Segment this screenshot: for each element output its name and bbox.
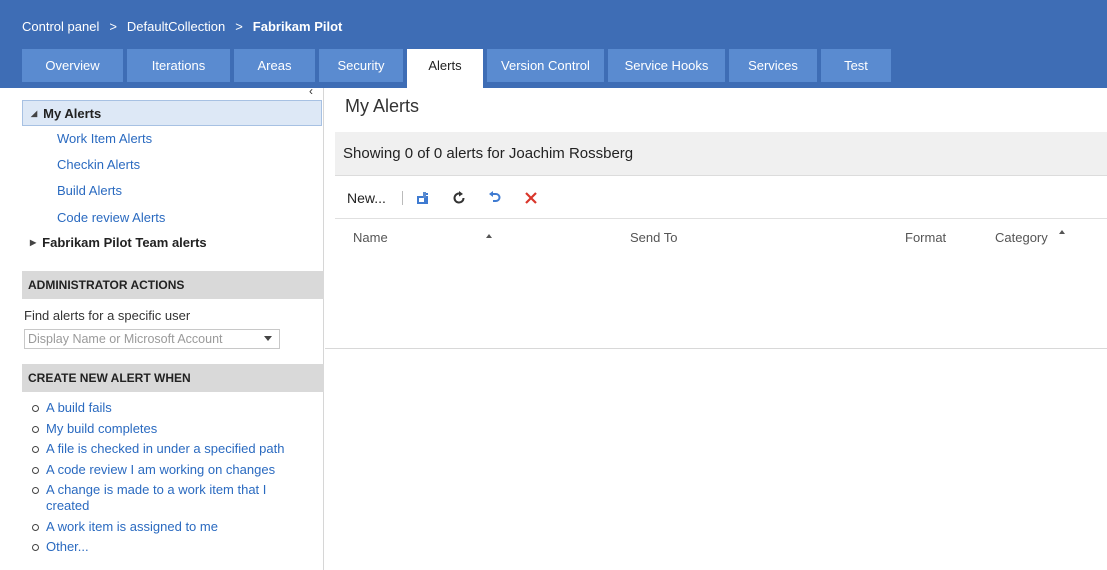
new-alert-button[interactable]: New...	[335, 190, 396, 206]
left-panel: ‹ ◢ My Alerts Work Item Alerts Checkin A…	[22, 84, 324, 570]
column-header-name[interactable]: Name	[353, 230, 388, 245]
expanded-triangle-icon[interactable]: ◢	[31, 109, 37, 118]
column-header-category[interactable]: Category	[995, 230, 1048, 245]
create-alert-code-review-changes[interactable]: A code review I am working on changes	[30, 462, 310, 478]
create-alert-list: A build fails My build completes A file …	[30, 400, 310, 560]
sort-ascending-icon[interactable]	[1059, 230, 1065, 234]
tab-areas[interactable]: Areas	[234, 49, 315, 82]
breadcrumb-separator: >	[235, 18, 243, 34]
create-alert-work-item-assigned[interactable]: A work item is assigned to me	[30, 519, 310, 535]
tab-overview[interactable]: Overview	[22, 49, 123, 82]
user-search-placeholder: Display Name or Microsoft Account	[28, 332, 223, 346]
alerts-grid-header: Name Send To Format Category	[335, 224, 1107, 250]
create-alert-other[interactable]: Other...	[30, 539, 310, 555]
tree-item-work-item-alerts[interactable]: Work Item Alerts	[57, 131, 152, 146]
tree-item-team-alerts[interactable]: ▶ Fabrikam Pilot Team alerts	[30, 235, 207, 250]
page-title: My Alerts	[345, 96, 420, 116]
tree-item-checkin-alerts[interactable]: Checkin Alerts	[57, 157, 140, 172]
tree-item-code-review-alerts[interactable]: Code review Alerts	[57, 210, 165, 225]
chevron-down-icon[interactable]	[264, 336, 272, 341]
create-alert-build-fails[interactable]: A build fails	[30, 400, 310, 416]
collapse-panel-icon[interactable]: ‹	[309, 84, 313, 98]
delete-icon[interactable]	[517, 187, 545, 209]
collapsed-triangle-icon[interactable]: ▶	[30, 238, 36, 247]
save-icon[interactable]	[409, 187, 437, 209]
tab-service-hooks[interactable]: Service Hooks	[608, 49, 725, 82]
tab-alerts[interactable]: Alerts	[407, 49, 483, 88]
undo-icon[interactable]	[481, 187, 509, 209]
toolbar-divider-line	[335, 218, 1107, 219]
breadcrumb-control-panel[interactable]: Control panel	[22, 19, 99, 34]
column-header-format[interactable]: Format	[905, 230, 946, 245]
main-content: My Alerts Showing 0 of 0 alerts for Joac…	[325, 88, 1107, 570]
sort-ascending-icon[interactable]	[486, 234, 492, 238]
breadcrumb-separator: >	[109, 18, 117, 34]
column-header-send-to[interactable]: Send To	[630, 230, 677, 245]
create-alert-build-completes[interactable]: My build completes	[30, 421, 310, 437]
toolbar-divider	[401, 191, 403, 205]
create-alert-work-item-change[interactable]: A change is made to a work item that I c…	[30, 482, 310, 514]
alerts-summary-text: Showing 0 of 0 alerts for Joachim Rossbe…	[343, 145, 634, 162]
my-alerts-label: My Alerts	[43, 105, 102, 121]
alerts-summary-bar: Showing 0 of 0 alerts for Joachim Rossbe…	[335, 132, 1107, 176]
find-user-label: Find alerts for a specific user	[24, 308, 191, 323]
user-search-dropdown[interactable]: Display Name or Microsoft Account	[24, 329, 280, 349]
admin-actions-header: ADMINISTRATOR ACTIONS	[22, 271, 324, 299]
grid-bottom-border	[325, 348, 1107, 349]
create-alert-header: CREATE NEW ALERT WHEN	[22, 364, 324, 392]
tab-services[interactable]: Services	[729, 49, 817, 82]
team-alerts-label: Fabrikam Pilot Team alerts	[42, 235, 207, 250]
tab-version-control[interactable]: Version Control	[487, 49, 604, 82]
tab-security[interactable]: Security	[319, 49, 403, 82]
tab-iterations[interactable]: Iterations	[127, 49, 230, 82]
refresh-icon[interactable]	[445, 187, 473, 209]
tab-bar: Overview Iterations Areas Security Alert…	[22, 49, 895, 88]
breadcrumb-project[interactable]: Fabrikam Pilot	[253, 19, 343, 34]
tree-item-my-alerts[interactable]: ◢ My Alerts	[22, 100, 322, 126]
create-alert-file-checked-in[interactable]: A file is checked in under a specified p…	[30, 441, 310, 457]
tree-item-build-alerts[interactable]: Build Alerts	[57, 183, 122, 198]
breadcrumb-collection[interactable]: DefaultCollection	[127, 19, 225, 34]
breadcrumb: Control panel > DefaultCollection > Fabr…	[22, 16, 342, 36]
tab-test[interactable]: Test	[821, 49, 891, 82]
top-header: Control panel > DefaultCollection > Fabr…	[0, 0, 1107, 88]
alerts-toolbar: New...	[335, 184, 553, 212]
